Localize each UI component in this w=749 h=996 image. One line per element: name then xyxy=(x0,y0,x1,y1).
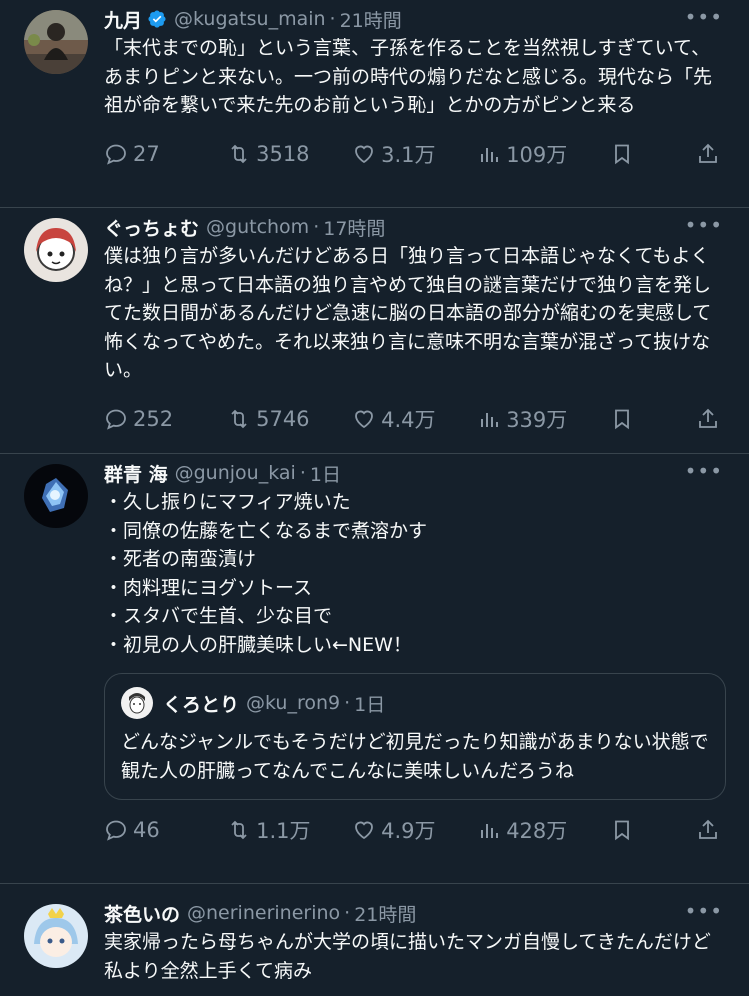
tweet-header: 九月 @kugatsu_main · 21時間 xyxy=(104,6,725,33)
bookmark-icon xyxy=(615,144,629,164)
display-name[interactable]: 群青 海 xyxy=(104,460,168,487)
reply-count: 27 xyxy=(133,141,160,166)
action-bar: 46 1.1万 4.9万 428万 xyxy=(104,804,725,856)
tweet-text: 僕は独り言が多いんだけどある日「独り言って日本語じゃなくてもよくね？」と思って日… xyxy=(104,245,712,381)
like-button[interactable]: 4.9万 xyxy=(352,815,477,845)
retweet-button[interactable]: 5746 xyxy=(227,407,352,431)
share-icon xyxy=(699,819,717,839)
separator: · xyxy=(313,216,320,238)
heart-icon xyxy=(355,145,374,163)
retweet-count: 3518 xyxy=(256,141,310,166)
timestamp[interactable]: 17時間 xyxy=(323,214,385,241)
reply-count: 46 xyxy=(133,818,160,842)
timeline-feed: 九月 @kugatsu_main · 21時間 ••• 「末代までの恥」という言… xyxy=(0,0,749,996)
reply-icon xyxy=(106,144,126,165)
share-button[interactable] xyxy=(696,142,725,166)
more-options-icon[interactable]: ••• xyxy=(685,461,723,481)
view-count: 428万 xyxy=(506,819,568,843)
display-name[interactable]: 九月 xyxy=(104,6,142,33)
tweet[interactable]: 九月 @kugatsu_main · 21時間 ••• 「末代までの恥」という言… xyxy=(0,0,749,208)
retweet-button[interactable]: 3518 xyxy=(227,142,352,166)
view-count: 109万 xyxy=(506,142,568,167)
retweet-icon xyxy=(231,820,247,840)
handle[interactable]: @nerinerinerino xyxy=(187,902,340,924)
quoted-avatar xyxy=(121,687,153,719)
retweet-button[interactable]: 1.1万 xyxy=(227,815,352,845)
views-chart-icon xyxy=(481,824,499,838)
bookmark-button[interactable] xyxy=(610,407,696,431)
tweet-text: 実家帰ったら母ちゃんが大学の頃に描いたマンガ自慢してきたんだけど私より全然上手く… xyxy=(104,931,711,982)
views-button[interactable]: 428万 xyxy=(477,815,610,845)
separator: · xyxy=(344,692,351,714)
handle[interactable]: @kugatsu_main xyxy=(174,8,326,30)
quoted-handle[interactable]: @ku_ron9 xyxy=(246,692,340,714)
timestamp[interactable]: 21時間 xyxy=(354,900,416,927)
views-chart-icon xyxy=(481,147,499,162)
retweet-count: 1.1万 xyxy=(256,819,311,843)
separator: · xyxy=(344,902,351,924)
avatar[interactable] xyxy=(24,464,88,528)
views-chart-icon xyxy=(481,412,499,427)
quoted-tweet[interactable]: くろとり @ku_ron9 · 1日 どんなジャンルでもそうだけど初見だったり知… xyxy=(104,673,726,800)
separator: · xyxy=(299,462,306,484)
retweet-count: 5746 xyxy=(256,406,310,431)
bookmark-button[interactable] xyxy=(610,818,696,842)
display-name[interactable]: 茶色いの xyxy=(104,900,180,927)
action-bar: 252 5746 4.4万 339万 xyxy=(104,393,725,445)
like-button[interactable]: 4.4万 xyxy=(352,404,477,434)
quoted-tweet-text: どんなジャンルでもそうだけど初見だったり知識があまりない状態で観た人の肝臓ってな… xyxy=(121,731,709,782)
more-options-icon[interactable]: ••• xyxy=(685,215,723,235)
bookmark-icon xyxy=(615,409,629,429)
view-count: 339万 xyxy=(506,407,568,432)
like-count: 3.1万 xyxy=(381,142,436,167)
timestamp[interactable]: 1日 xyxy=(310,460,341,487)
handle[interactable]: @gutchom xyxy=(206,216,309,238)
reply-count: 252 xyxy=(133,406,174,431)
share-button[interactable] xyxy=(696,818,725,842)
tweet-text: ・久し振りにマフィア焼いた ・同僚の佐藤を亡くなるまで煮溶かす ・死者の南蛮漬け… xyxy=(104,491,428,656)
share-button[interactable] xyxy=(696,407,725,431)
handle[interactable]: @gunjou_kai xyxy=(175,462,296,484)
verified-badge-icon xyxy=(147,9,167,29)
share-icon xyxy=(699,143,717,163)
tweet[interactable]: ぐっちょむ @gutchom · 17時間 ••• 僕は独り言が多いんだけどある… xyxy=(0,208,749,454)
tweet-header: 群青 海 @gunjou_kai · 1日 xyxy=(104,460,725,487)
views-button[interactable]: 339万 xyxy=(477,404,610,434)
reply-button[interactable]: 46 xyxy=(104,818,227,842)
like-count: 4.9万 xyxy=(381,819,436,843)
avatar[interactable] xyxy=(24,904,88,968)
like-button[interactable]: 3.1万 xyxy=(352,139,477,169)
tweet-header: ぐっちょむ @gutchom · 17時間 xyxy=(104,214,725,241)
tweet[interactable]: 群青 海 @gunjou_kai · 1日 ••• ・久し振りにマフィア焼いた … xyxy=(0,454,749,884)
reply-icon xyxy=(106,409,126,430)
quoted-tweet-header: くろとり @ku_ron9 · 1日 xyxy=(121,686,709,720)
more-options-icon[interactable]: ••• xyxy=(685,7,723,27)
heart-icon xyxy=(355,410,374,428)
like-count: 4.4万 xyxy=(381,407,436,432)
display-name[interactable]: ぐっちょむ xyxy=(104,214,199,241)
bookmark-button[interactable] xyxy=(610,142,696,166)
tweet-header: 茶色いの @nerinerinerino · 21時間 xyxy=(104,900,725,927)
separator: · xyxy=(329,8,336,30)
views-button[interactable]: 109万 xyxy=(477,139,610,169)
bookmark-icon xyxy=(615,820,629,841)
action-bar: 27 3518 3.1万 109万 xyxy=(104,128,725,180)
tweet-text: 「末代までの恥」という言葉、子孫を作ることを当然視しすぎていて、あまりピンと来な… xyxy=(104,37,713,116)
retweet-icon xyxy=(231,144,247,163)
retweet-icon xyxy=(231,409,247,428)
reply-button[interactable]: 252 xyxy=(104,407,227,431)
timestamp[interactable]: 21時間 xyxy=(340,6,402,33)
avatar[interactable] xyxy=(24,218,88,282)
more-options-icon[interactable]: ••• xyxy=(685,901,723,921)
avatar[interactable] xyxy=(24,10,88,74)
reply-icon xyxy=(106,820,126,841)
reply-button[interactable]: 27 xyxy=(104,142,227,166)
tweet[interactable]: 茶色いの @nerinerinerino · 21時間 ••• 実家帰ったら母ち… xyxy=(0,884,749,996)
heart-icon xyxy=(355,821,374,840)
quoted-display-name[interactable]: くろとり xyxy=(163,690,239,717)
quoted-timestamp[interactable]: 1日 xyxy=(354,690,385,717)
share-icon xyxy=(699,408,717,428)
